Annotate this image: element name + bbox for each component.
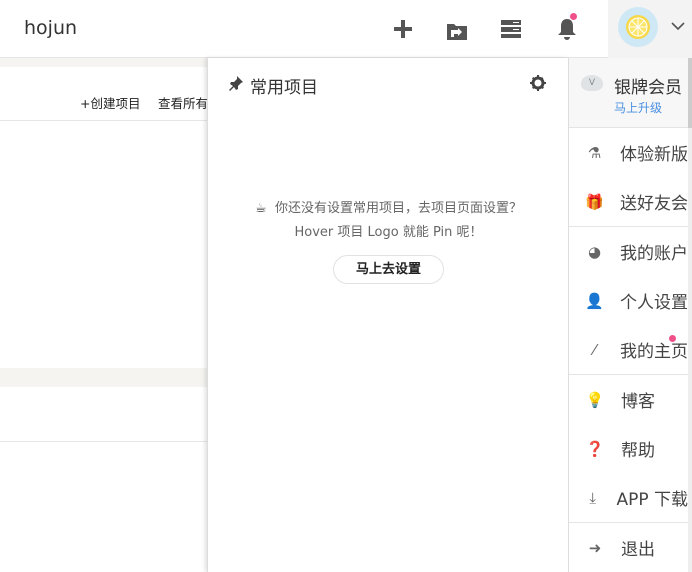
go-settings-button[interactable]: 马上去设置 <box>333 255 444 284</box>
lemon-avatar-icon <box>626 15 650 39</box>
menu-item-gift[interactable]: 🎁 送好友会 <box>569 177 688 226</box>
user-menu-toggle[interactable] <box>608 0 692 58</box>
membership-level: 银牌会员 <box>614 78 682 98</box>
notification-dot <box>570 13 577 20</box>
download-icon: ⤓ <box>589 488 597 507</box>
pinned-projects-panel: 常用项目 ☕ 你还没有设置常用项目，去项目页面设置？ Hover 项目 Logo… <box>207 58 569 572</box>
upgrade-link[interactable]: 马上升级 <box>614 99 662 116</box>
sign-out-icon: ➜ <box>588 538 602 557</box>
create-project-link[interactable]: +创建项目 <box>80 93 140 112</box>
menu-item-help[interactable]: ❓ 帮助 <box>569 424 688 473</box>
user-icon: 👤 <box>585 291 604 310</box>
gear-icon[interactable] <box>530 75 546 91</box>
plus-icon[interactable] <box>391 17 415 41</box>
empty-text: 你还没有设置常用项目，去项目页面设置？ <box>274 201 522 216</box>
top-header: hojun <box>0 0 692 58</box>
silver-badge-icon: V <box>581 75 603 91</box>
avatar[interactable] <box>618 7 658 47</box>
gift-icon: 🎁 <box>585 192 604 211</box>
menu-item-logout[interactable]: ➜ 退出 <box>569 523 688 572</box>
question-icon: ❓ <box>585 439 605 458</box>
menu-item-blog[interactable]: 💡 博客 <box>569 375 688 424</box>
lightbulb-icon: 💡 <box>585 390 605 409</box>
menu-item-app-download[interactable]: ⤓ APP 下载 <box>569 473 688 522</box>
menu-item-homepage[interactable]: ⁄ 我的主页 <box>569 325 688 374</box>
magic-wand-icon: ⁄ <box>593 340 596 359</box>
menu-item-account[interactable]: ◕ 我的账户 <box>569 227 688 276</box>
pin-icon <box>229 76 243 91</box>
scrollbar[interactable] <box>688 58 692 572</box>
menu-item-settings[interactable]: 👤 个人设置 <box>569 276 688 325</box>
empty-hint: Hover 项目 Logo 就能 Pin 呢！ <box>294 225 483 240</box>
brand-name[interactable]: hojun <box>24 17 77 39</box>
panel-title: 常用项目 <box>250 78 318 98</box>
menu-item-new-version[interactable]: ⚗ 体验新版 <box>569 128 688 177</box>
chevron-down-icon[interactable] <box>670 18 686 34</box>
scrollbar-thumb[interactable] <box>688 58 692 128</box>
project-folder-icon[interactable] <box>445 19 469 43</box>
coffee-icon: ☕ <box>255 201 267 216</box>
bell-icon[interactable] <box>555 17 579 41</box>
secondary-card <box>0 387 207 572</box>
notification-dot <box>669 335 676 342</box>
server-list-icon[interactable] <box>499 17 523 41</box>
dashboard-icon: ◕ <box>587 242 602 261</box>
user-dropdown-menu: V 银牌会员 马上升级 ⚗ 体验新版 🎁 送好友会 ◕ 我的账户 👤 个人设置 ⁄ 我的主… <box>568 58 688 572</box>
projects-toolbar: +创建项目 查看所有 <box>0 67 208 121</box>
flask-icon: ⚗ <box>587 143 602 162</box>
projects-card: +创建项目 查看所有 <box>0 67 208 368</box>
divider <box>0 441 207 442</box>
view-all-link[interactable]: 查看所有 <box>158 93 208 112</box>
membership-section: V 银牌会员 马上升级 <box>569 58 688 128</box>
empty-message: ☕ 你还没有设置常用项目，去项目页面设置？ <box>208 197 569 216</box>
